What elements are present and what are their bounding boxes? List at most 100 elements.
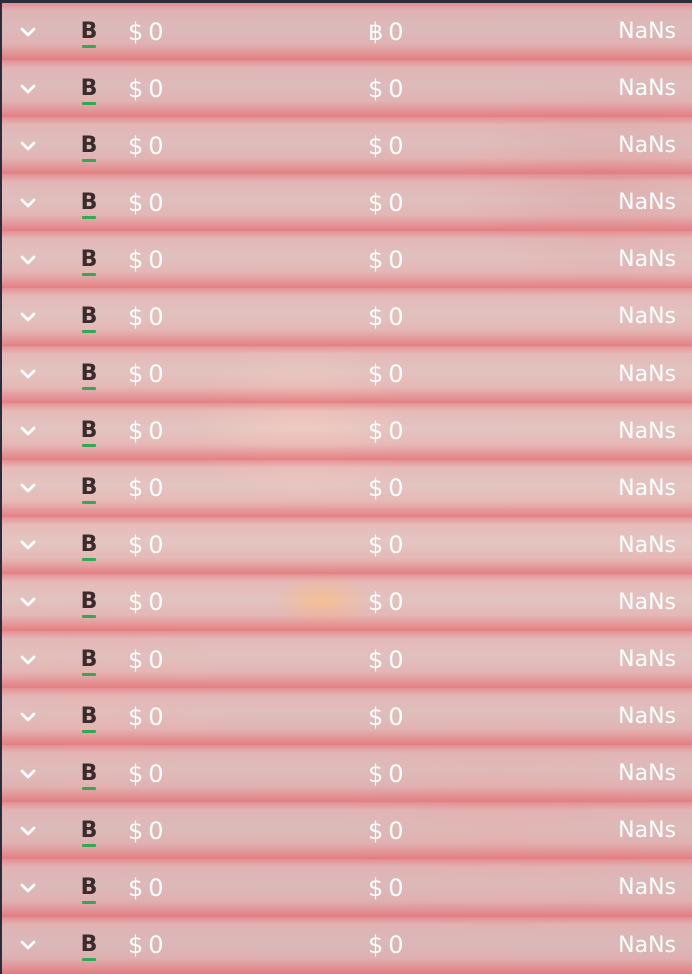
fiat-currency-symbol: $ (128, 188, 145, 217)
expand-toggle[interactable] (18, 631, 38, 688)
expand-toggle[interactable] (18, 859, 38, 916)
expand-toggle[interactable] (18, 460, 38, 517)
coin-b-icon: B (80, 817, 98, 847)
asset-row[interactable]: B $0 $0 NaNs (2, 345, 692, 403)
fiat-currency-symbol: $ (128, 588, 145, 617)
expand-toggle[interactable] (18, 3, 38, 60)
fiat-balance: $0 (128, 574, 165, 631)
expand-toggle[interactable] (18, 60, 38, 117)
fiat-balance: $0 (128, 859, 165, 916)
coin-b-icon: B (80, 703, 98, 733)
fiat-currency-symbol: $ (128, 74, 145, 103)
fiat-balance-value: 0 (148, 588, 165, 617)
coin-logo: B (77, 917, 101, 974)
asset-row[interactable]: B $0 $0 NaNs (2, 802, 692, 860)
coin-logo: B (77, 403, 101, 460)
asset-row[interactable]: B $0 $0 NaNs (2, 459, 692, 517)
crypto-balance-value: 0 (388, 873, 405, 902)
crypto-balance-value: 0 (388, 531, 405, 560)
chevron-down-icon (19, 768, 37, 780)
fiat-balance-value: 0 (148, 474, 165, 503)
coin-logo: B (77, 346, 101, 403)
crypto-balance-value: 0 (388, 417, 405, 446)
fiat-balance-value: 0 (148, 188, 165, 217)
chevron-down-icon (19, 596, 37, 608)
crypto-currency-symbol: ฿ (368, 17, 385, 46)
change-value: NaNs (618, 704, 676, 730)
crypto-balance: $0 (368, 231, 405, 288)
fiat-balance: $0 (128, 802, 165, 859)
fiat-balance-value: 0 (148, 417, 165, 446)
asset-row[interactable]: B $0 ฿ 0 NaNs (2, 3, 692, 61)
coin-b-icon: B (80, 418, 98, 448)
expand-toggle[interactable] (18, 174, 38, 231)
crypto-currency-symbol: $ (368, 131, 385, 160)
fiat-balance: $0 (128, 288, 165, 345)
expand-toggle[interactable] (18, 346, 38, 403)
expand-toggle[interactable] (18, 802, 38, 859)
crypto-balance-value: 0 (388, 759, 405, 788)
expand-toggle[interactable] (18, 231, 38, 288)
coin-logo: B (77, 574, 101, 631)
crypto-currency-symbol: $ (368, 245, 385, 274)
coin-b-icon: B (80, 475, 98, 505)
asset-row[interactable]: B $0 $0 NaNs (2, 231, 692, 289)
asset-row[interactable]: B $0 $0 NaNs (2, 402, 692, 460)
asset-row[interactable]: B $0 $0 NaNs (2, 573, 692, 632)
expand-toggle[interactable] (18, 288, 38, 345)
asset-row[interactable]: B $0 $0 NaNs (2, 859, 692, 917)
asset-row[interactable]: B $0 $0 NaNs (2, 688, 692, 746)
fiat-balance: $0 (128, 60, 165, 117)
fiat-balance-value: 0 (148, 931, 165, 959)
crypto-balance-value: 0 (388, 131, 405, 160)
expand-toggle[interactable] (18, 688, 38, 745)
asset-row[interactable]: B $0 $0 NaNs (2, 516, 692, 574)
asset-row[interactable]: B $0 $0 NaNs (2, 60, 692, 118)
expand-toggle[interactable] (18, 517, 38, 574)
coin-logo: B (77, 3, 101, 60)
fiat-balance: $0 (128, 517, 165, 574)
change-value: NaNs (618, 647, 676, 673)
chevron-down-icon (19, 197, 37, 209)
expand-toggle[interactable] (18, 745, 38, 802)
crypto-balance: $0 (368, 174, 405, 231)
coin-b-icon: B (80, 361, 98, 391)
crypto-balance: $0 (368, 574, 405, 631)
crypto-balance-value: 0 (388, 74, 405, 103)
fiat-balance: $0 (128, 117, 165, 174)
crypto-currency-symbol: $ (368, 531, 385, 560)
fiat-balance: $0 (128, 460, 165, 517)
fiat-currency-symbol: $ (128, 360, 145, 389)
expand-toggle[interactable] (18, 403, 38, 460)
fiat-currency-symbol: $ (128, 17, 145, 46)
expand-toggle[interactable] (18, 117, 38, 174)
fiat-currency-symbol: $ (128, 131, 145, 160)
asset-row[interactable]: B $0 $0 NaNs (2, 631, 692, 689)
asset-row[interactable]: B $0 $0 NaNs (2, 916, 692, 974)
asset-row[interactable]: B $0 $0 NaNs (2, 745, 692, 803)
crypto-balance: $0 (368, 745, 405, 802)
coin-b-icon: B (80, 589, 98, 619)
expand-toggle[interactable] (18, 574, 38, 631)
window-top-edge (0, 0, 692, 3)
asset-row[interactable]: B $0 $0 NaNs (2, 288, 692, 346)
crypto-balance: $0 (368, 60, 405, 117)
coin-logo: B (77, 231, 101, 288)
chevron-down-icon (19, 654, 37, 666)
crypto-currency-symbol: $ (368, 931, 385, 959)
crypto-balance: $0 (368, 288, 405, 345)
coin-logo: B (77, 859, 101, 916)
crypto-balance-value: 0 (388, 360, 405, 389)
expand-toggle[interactable] (18, 917, 38, 974)
crypto-currency-symbol: $ (368, 759, 385, 788)
crypto-balance-value: 0 (388, 302, 405, 331)
fiat-balance-value: 0 (148, 302, 165, 331)
crypto-currency-symbol: $ (368, 188, 385, 217)
fiat-balance-value: 0 (148, 816, 165, 845)
chevron-down-icon (19, 482, 37, 494)
change-value: NaNs (618, 19, 676, 44)
crypto-balance-value: 0 (388, 702, 405, 731)
asset-row[interactable]: B $0 $0 NaNs (2, 174, 692, 232)
asset-row[interactable]: B $0 $0 NaNs (2, 117, 692, 175)
crypto-balance: $0 (368, 117, 405, 174)
